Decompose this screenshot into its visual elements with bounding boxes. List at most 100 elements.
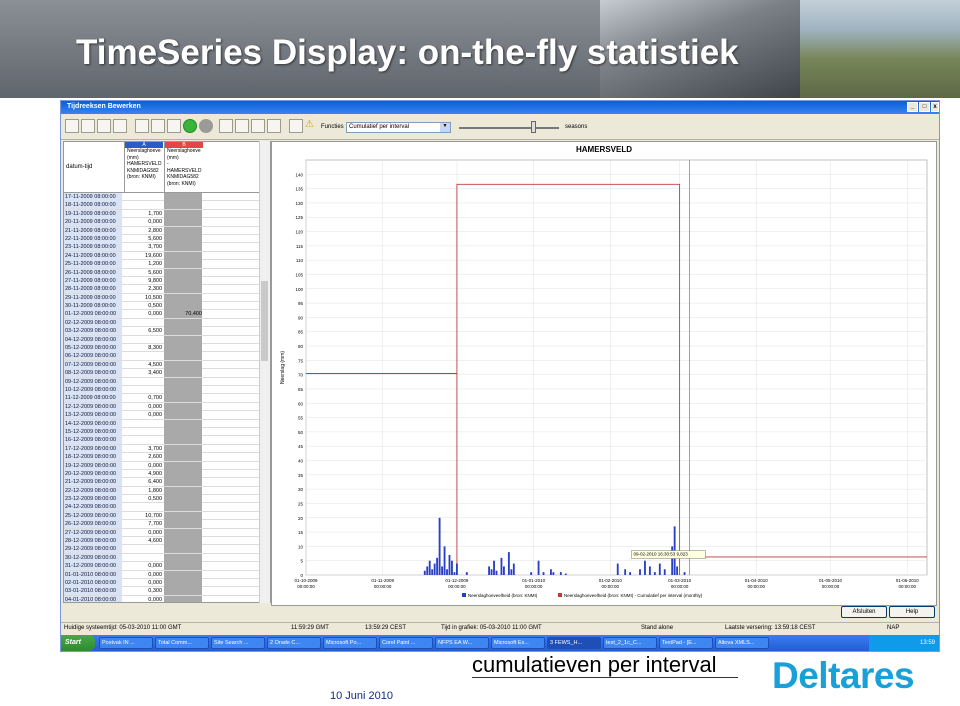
date-cell[interactable]: 30-12-2009 08:00:00 <box>64 553 122 562</box>
table-row[interactable]: 07-12-2009 08:00:00 4,500 <box>64 360 270 370</box>
value-b-cell[interactable] <box>164 234 202 243</box>
afsluiten-button[interactable]: Afsluiten <box>841 606 887 618</box>
taskbar-item[interactable]: TextPad - [E... <box>659 637 713 649</box>
functions-dropdown[interactable]: Cumulatief per interval ▼ <box>346 122 451 133</box>
value-a-cell[interactable]: 0,000 <box>124 310 162 318</box>
value-b-cell[interactable] <box>164 545 202 554</box>
value-a-cell[interactable]: 4,900 <box>124 470 162 478</box>
value-b-cell[interactable] <box>164 570 202 579</box>
table-row[interactable]: 28-11-2009 08:00:00 2,300 <box>64 285 270 294</box>
taskbar-item[interactable]: Total Comm... <box>155 637 209 649</box>
table-row[interactable]: 19-11-2009 08:00:00 1,700 <box>64 209 270 219</box>
date-cell[interactable]: 15-12-2009 08:00:00 <box>64 427 122 436</box>
seasons-slider-thumb[interactable] <box>531 121 536 133</box>
date-cell[interactable]: 04-01-2010 08:00:00 <box>64 595 122 602</box>
table-row[interactable]: 17-12-2009 08:00:00 3,700 <box>64 444 270 454</box>
date-cell[interactable]: 01-12-2009 08:00:00 <box>64 310 122 319</box>
table-row[interactable]: 02-12-2009 08:00:00 <box>64 318 270 328</box>
date-cell[interactable]: 01-01-2010 08:00:00 <box>64 570 122 579</box>
date-cell[interactable]: 30-11-2009 08:00:00 <box>64 302 122 311</box>
grid-icon[interactable] <box>113 119 127 133</box>
table-row[interactable]: 23-11-2009 08:00:00 3,700 <box>64 243 270 252</box>
table-row[interactable]: 04-01-2010 08:00:00 0,000 <box>64 595 270 602</box>
value-b-cell[interactable] <box>164 528 202 537</box>
date-cell[interactable]: 25-12-2009 08:00:00 <box>64 511 122 520</box>
minimize-button[interactable]: _ <box>907 102 918 112</box>
value-a-cell[interactable]: 4,600 <box>124 537 162 545</box>
value-b-cell[interactable] <box>164 562 202 571</box>
table-row[interactable]: 22-11-2009 08:00:00 5,600 <box>64 234 270 244</box>
value-a-cell[interactable]: 1,200 <box>124 260 162 268</box>
zoom-in-icon[interactable] <box>135 119 149 133</box>
value-b-cell[interactable] <box>164 268 202 277</box>
table-row[interactable]: 24-12-2009 08:00:00 <box>64 503 270 512</box>
value-b-cell[interactable] <box>164 369 202 378</box>
value-b-cell[interactable] <box>164 377 202 386</box>
column-b-header[interactable]: B Neerslaghoeve (mm) -HAMERSVELD KNMIDAG… <box>164 142 203 192</box>
table-row[interactable]: 26-12-2009 08:00:00 7,700 <box>64 520 270 529</box>
date-cell[interactable]: 07-12-2009 08:00:00 <box>64 360 122 369</box>
table-row[interactable]: 20-11-2009 08:00:00 0,000 <box>64 218 270 227</box>
table-row[interactable]: 04-12-2009 08:00:00 <box>64 335 270 345</box>
taskbar-item[interactable]: Site Search ... <box>211 637 265 649</box>
seasons-slider-track[interactable] <box>459 127 559 129</box>
date-cell[interactable]: 02-12-2009 08:00:00 <box>64 318 122 327</box>
value-b-cell[interactable] <box>164 201 202 210</box>
date-cell[interactable]: 18-11-2009 08:00:00 <box>64 201 122 210</box>
value-b-cell[interactable] <box>164 218 202 227</box>
value-a-cell[interactable]: 5,600 <box>124 235 162 243</box>
value-a-cell[interactable]: 9,800 <box>124 277 162 285</box>
taskbar-item[interactable]: Corel Paint ... <box>379 637 433 649</box>
date-cell[interactable]: 03-12-2009 08:00:00 <box>64 327 122 336</box>
value-b-cell[interactable] <box>164 436 202 445</box>
table-row[interactable]: 06-12-2009 08:00:00 <box>64 352 270 361</box>
table-row[interactable]: 01-01-2010 08:00:00 0,000 <box>64 570 270 579</box>
value-b-cell[interactable] <box>164 209 202 218</box>
value-b-cell[interactable] <box>164 394 202 403</box>
table-row[interactable]: 05-12-2009 08:00:00 8,300 <box>64 344 270 353</box>
value-a-cell[interactable]: 0,000 <box>124 562 162 570</box>
value-a-cell[interactable]: 10,700 <box>124 512 162 520</box>
table-row[interactable]: 11-12-2009 08:00:00 0,700 <box>64 394 270 403</box>
value-b-cell[interactable] <box>164 302 202 311</box>
value-a-cell[interactable]: 1,700 <box>124 210 162 218</box>
taskbar-item[interactable]: 2 Orade C... <box>267 637 321 649</box>
date-cell[interactable]: 19-11-2009 08:00:00 <box>64 209 122 218</box>
table-row[interactable]: 25-12-2009 08:00:00 10,700 <box>64 511 270 521</box>
start-button[interactable]: Start <box>61 635 95 651</box>
close-button[interactable]: x <box>931 102 939 112</box>
value-a-cell[interactable]: 0,700 <box>124 394 162 402</box>
value-b-cell[interactable] <box>164 352 202 361</box>
maximize-button[interactable]: □ <box>919 102 930 112</box>
table-row[interactable]: 03-12-2009 08:00:00 6,500 <box>64 327 270 336</box>
date-cell[interactable]: 23-12-2009 08:00:00 <box>64 495 122 504</box>
value-b-cell[interactable] <box>164 537 202 546</box>
value-a-cell[interactable]: 3,700 <box>124 445 162 453</box>
table-row[interactable]: 01-12-2009 08:00:00 0,000 70,400 <box>64 310 270 319</box>
date-cell[interactable]: 19-12-2009 08:00:00 <box>64 461 122 470</box>
graph-icon[interactable] <box>81 119 95 133</box>
date-cell[interactable]: 27-11-2009 08:00:00 <box>64 276 122 285</box>
value-a-cell[interactable]: 2,800 <box>124 227 162 235</box>
value-a-cell[interactable]: 0,000 <box>124 579 162 587</box>
date-cell[interactable]: 13-12-2009 08:00:00 <box>64 411 122 420</box>
table-row[interactable]: 13-12-2009 08:00:00 0,000 <box>64 411 270 420</box>
value-a-cell[interactable]: 0,300 <box>124 587 162 595</box>
value-b-cell[interactable] <box>164 293 202 302</box>
date-cell[interactable]: 12-12-2009 08:00:00 <box>64 402 122 411</box>
date-cell[interactable]: 17-12-2009 08:00:00 <box>64 444 122 453</box>
stop-icon[interactable] <box>199 119 213 133</box>
table-row[interactable]: 17-11-2009 08:00:00 <box>64 193 270 202</box>
value-b-cell[interactable] <box>164 260 202 269</box>
table-row[interactable]: 29-11-2009 08:00:00 10,500 <box>64 293 270 303</box>
value-a-cell[interactable]: 0,500 <box>124 495 162 503</box>
value-b-cell[interactable] <box>164 402 202 411</box>
taskbar-item[interactable]: Altova XMLS... <box>715 637 769 649</box>
value-b-cell[interactable] <box>164 411 202 420</box>
value-a-cell[interactable]: 8,300 <box>124 344 162 352</box>
value-a-cell[interactable]: 4,500 <box>124 361 162 369</box>
table-row[interactable]: 03-01-2010 08:00:00 0,300 <box>64 587 270 596</box>
date-cell[interactable]: 06-12-2009 08:00:00 <box>64 352 122 361</box>
zoom-reset-icon[interactable] <box>167 119 181 133</box>
date-cell[interactable]: 08-12-2009 08:00:00 <box>64 369 122 378</box>
